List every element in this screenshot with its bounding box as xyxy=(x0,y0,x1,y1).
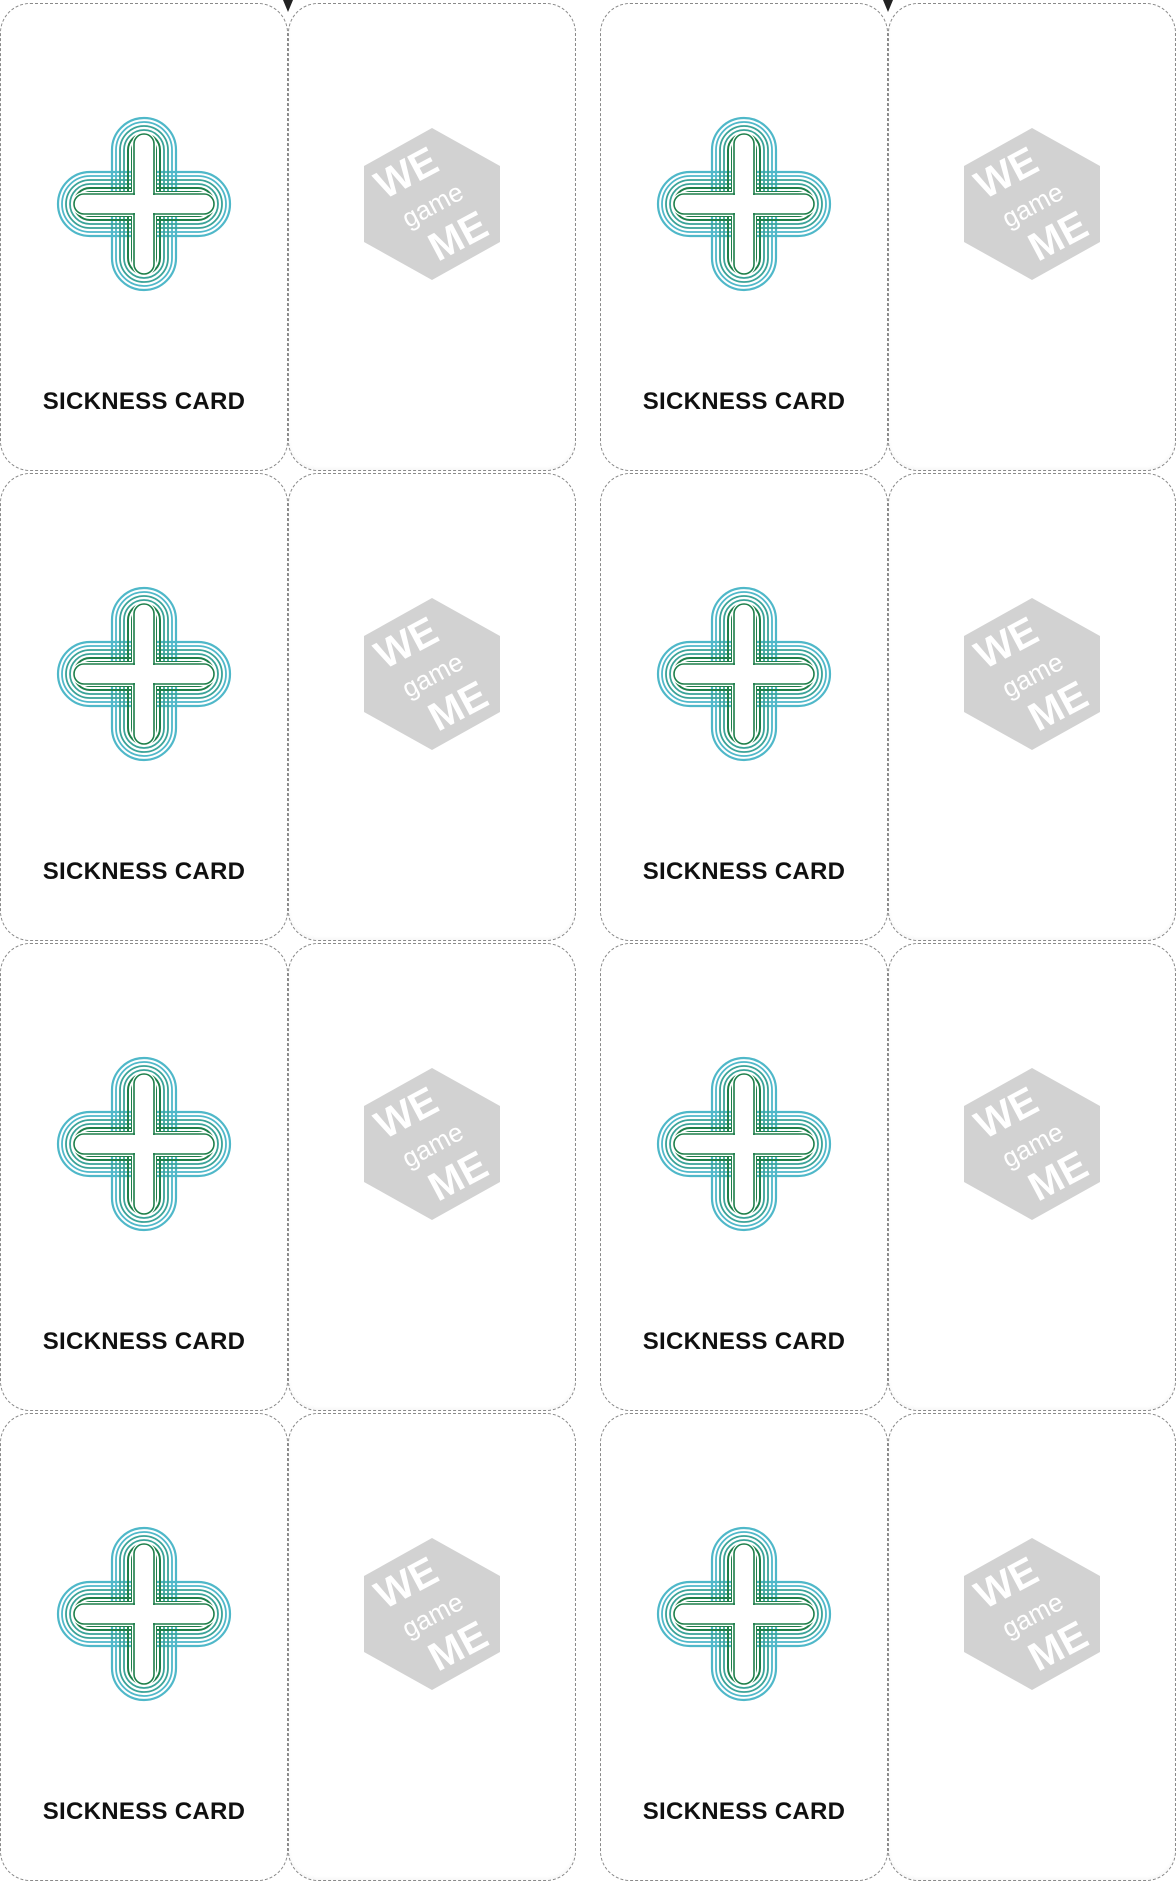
card-title: SICKNESS CARD xyxy=(642,1328,846,1355)
sickness-card-front: SICKNESS CARD xyxy=(600,1413,888,1881)
sickness-card-front: SICKNESS CARD xyxy=(600,3,888,471)
card-title: SICKNESS CARD xyxy=(642,858,846,885)
fold-marker-icon xyxy=(283,0,293,12)
card-back: WE game ME xyxy=(888,3,1176,471)
card-back: WE game ME xyxy=(288,3,576,471)
card-title: SICKNESS CARD xyxy=(42,1798,246,1825)
we-game-me-logo-icon: WE game ME xyxy=(962,596,1102,752)
card-back: WE game ME xyxy=(288,1413,576,1881)
card-title: SICKNESS CARD xyxy=(42,388,246,415)
cross-icon xyxy=(654,1524,834,1704)
cross-icon xyxy=(54,584,234,764)
cross-icon xyxy=(654,584,834,764)
card-title: SICKNESS CARD xyxy=(642,1798,846,1825)
cross-icon xyxy=(54,1524,234,1704)
cross-icon xyxy=(654,114,834,294)
we-game-me-logo-icon: WE game ME xyxy=(962,126,1102,282)
cross-icon xyxy=(54,1054,234,1234)
cross-icon xyxy=(54,114,234,294)
sickness-card-front: SICKNESS CARD xyxy=(600,943,888,1411)
card-back: WE game ME xyxy=(288,473,576,941)
we-game-me-logo-icon: WE game ME xyxy=(362,1536,502,1692)
fold-marker-icon xyxy=(883,0,893,12)
card-title: SICKNESS CARD xyxy=(42,858,246,885)
we-game-me-logo-icon: WE game ME xyxy=(362,596,502,752)
sickness-card-front: SICKNESS CARD xyxy=(600,473,888,941)
we-game-me-logo-icon: WE game ME xyxy=(962,1066,1102,1222)
card-title: SICKNESS CARD xyxy=(42,1328,246,1355)
we-game-me-logo-icon: WE game ME xyxy=(962,1536,1102,1692)
cross-icon xyxy=(654,1054,834,1234)
card-sheet: SICKNESS CARD WE game ME SICKNESS CARD W… xyxy=(0,0,1176,1881)
sickness-card-front: SICKNESS CARD xyxy=(0,1413,288,1881)
sickness-card-front: SICKNESS CARD xyxy=(0,473,288,941)
we-game-me-logo-icon: WE game ME xyxy=(362,1066,502,1222)
sickness-card-front: SICKNESS CARD xyxy=(0,943,288,1411)
card-back: WE game ME xyxy=(888,1413,1176,1881)
we-game-me-logo-icon: WE game ME xyxy=(362,126,502,282)
card-back: WE game ME xyxy=(888,473,1176,941)
card-back: WE game ME xyxy=(288,943,576,1411)
card-back: WE game ME xyxy=(888,943,1176,1411)
sickness-card-front: SICKNESS CARD xyxy=(0,3,288,471)
card-title: SICKNESS CARD xyxy=(642,388,846,415)
